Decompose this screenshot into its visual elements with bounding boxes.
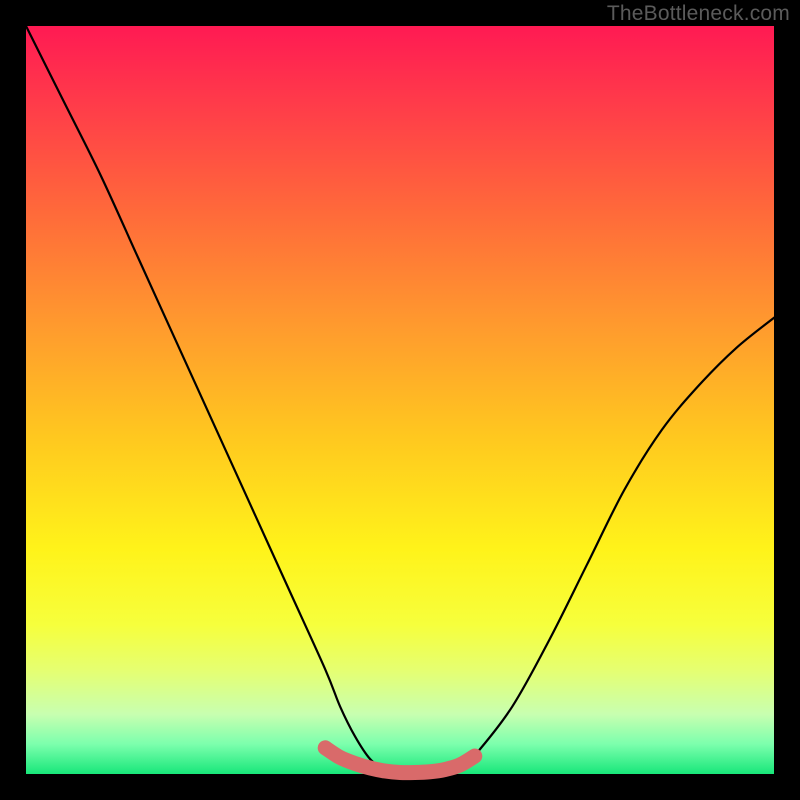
optimal-band (325, 748, 475, 773)
watermark-label: TheBottleneck.com (607, 2, 790, 26)
chart-svg (26, 26, 774, 774)
chart-frame: TheBottleneck.com (0, 0, 800, 800)
chart-plot-area (26, 26, 774, 774)
bottleneck-curve (26, 26, 774, 774)
